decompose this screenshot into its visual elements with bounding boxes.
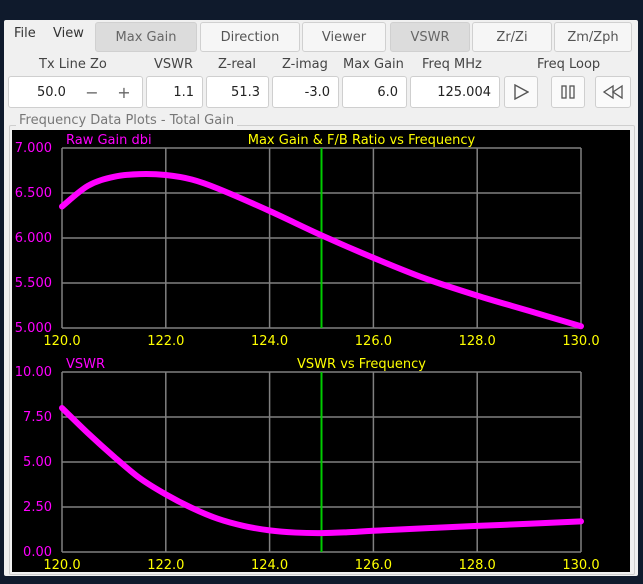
plot-area: 7.000 6.500 6.000 5.500 5.000 120.0 122.0 124.0… [12, 130, 630, 573]
y-tick-label: 6.000 [15, 231, 52, 246]
x-tick-label: 120.0 [43, 334, 80, 349]
header-freq: Freq MHz [422, 57, 482, 72]
chart-title: Max Gain & F/B Ratio vs Frequency [248, 133, 476, 148]
x-tick-label: 124.0 [251, 558, 288, 572]
y-tick-label: 6.500 [15, 186, 52, 201]
series-label: VSWR [66, 357, 105, 372]
y-tick-label: 7.50 [23, 410, 52, 425]
chart-title: VSWR vs Frequency [297, 357, 426, 372]
header-zreal: Z-real [218, 57, 257, 72]
zreal-field[interactable]: 51.3 [206, 76, 269, 108]
x-tick-label: 122.0 [147, 334, 184, 349]
play-icon [514, 84, 529, 100]
tab-vswr[interactable]: VSWR [390, 22, 470, 52]
tab-zr-zi[interactable]: Zr/Zi [472, 22, 552, 52]
y-tick-label: 5.00 [23, 455, 52, 470]
tab-zm-zph[interactable]: Zm/Zph [554, 22, 632, 52]
rewind-icon [603, 84, 623, 100]
header-vswr: VSWR [154, 57, 194, 72]
header-maxgain: Max Gain [343, 57, 404, 72]
decrement-button[interactable]: − [76, 76, 108, 108]
y-tick-label: 10.00 [15, 365, 52, 380]
maxgain-field[interactable]: 6.0 [342, 76, 407, 108]
x-tick-label: 122.0 [147, 558, 184, 572]
x-tick-label: 120.0 [43, 558, 80, 572]
x-tick-label: 130.0 [562, 558, 599, 572]
header-zimag: Z-imag [282, 57, 328, 72]
x-tick-label: 126.0 [355, 334, 392, 349]
tab-viewer[interactable]: Viewer [302, 22, 386, 52]
increment-button[interactable]: + [108, 76, 140, 108]
txline-value: 50.0 [37, 84, 66, 100]
x-tick-label: 130.0 [562, 334, 599, 349]
pause-button[interactable] [551, 76, 585, 108]
main-panel: File View Max Gain Direction Viewer VSWR… [4, 20, 638, 576]
header-freq-loop: Freq Loop [537, 57, 601, 72]
group-title: Frequency Data Plots - Total Gain [16, 113, 238, 128]
y-tick-label: 7.000 [15, 141, 52, 156]
header-txline: Tx Line Zo [39, 57, 107, 72]
series-label: Raw Gain dbi [66, 133, 152, 148]
vswr-field[interactable]: 1.1 [146, 76, 203, 108]
menu-view[interactable]: View [53, 26, 84, 41]
x-tick-label: 126.0 [355, 558, 392, 572]
freq-field[interactable]: 125.004 [410, 76, 500, 108]
rewind-button[interactable] [595, 76, 631, 108]
tab-max-gain[interactable]: Max Gain [95, 22, 197, 52]
x-tick-label: 128.0 [459, 558, 496, 572]
menu-file[interactable]: File [14, 26, 36, 41]
tab-direction[interactable]: Direction [200, 22, 300, 52]
x-tick-label: 124.0 [251, 334, 288, 349]
plots-svg: 7.0006.5006.0005.5005.000120.0 122.0 124.0… [15, 133, 600, 573]
y-tick-label: 5.500 [15, 276, 52, 291]
pause-icon [561, 85, 575, 99]
zimag-field[interactable]: -3.0 [272, 76, 339, 108]
y-tick-label: 2.50 [23, 500, 52, 515]
play-button[interactable] [504, 76, 538, 108]
app-window: File View Max Gain Direction Viewer VSWR… [0, 0, 643, 584]
x-tick-label: 128.0 [459, 334, 496, 349]
